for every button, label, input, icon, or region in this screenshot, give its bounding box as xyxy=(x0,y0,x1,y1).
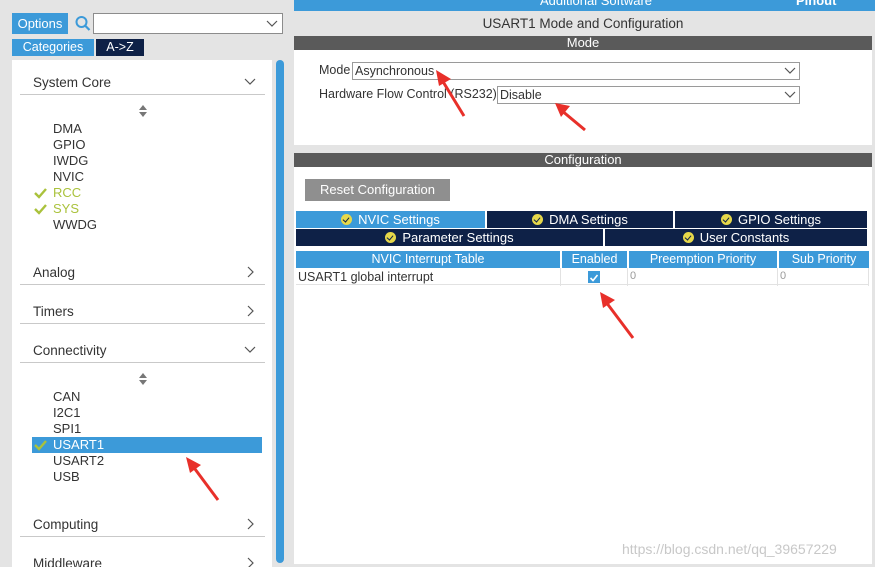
list-item-can[interactable]: CAN xyxy=(32,389,262,405)
tab-gpio-settings[interactable]: GPIO Settings xyxy=(675,211,867,228)
chevron-down-icon[interactable] xyxy=(784,90,796,100)
list-item-nvic[interactable]: NVIC xyxy=(32,169,262,185)
list-item-sys[interactable]: SYS xyxy=(32,201,262,217)
chevron-right-icon[interactable] xyxy=(243,517,257,531)
tab-parameter-settings[interactable]: Parameter Settings xyxy=(296,229,603,246)
cell-divider xyxy=(868,268,869,286)
category-connectivity[interactable]: Connectivity xyxy=(20,337,265,363)
list-item-usart1[interactable]: USART1 xyxy=(32,437,262,453)
categories-tab[interactable]: Categories xyxy=(12,39,94,56)
category-label: Computing xyxy=(33,517,99,532)
list-item-iwdg[interactable]: IWDG xyxy=(32,153,262,169)
az-tab[interactable]: A->Z xyxy=(96,39,144,56)
category-middleware[interactable]: Middleware xyxy=(20,550,265,567)
annotation-arrow xyxy=(555,103,586,132)
pinout-tab[interactable]: Pinout xyxy=(796,0,836,8)
list-item-usb[interactable]: USB xyxy=(32,469,262,485)
cell-divider xyxy=(560,268,561,286)
mode-select[interactable]: Asynchronous xyxy=(352,62,800,80)
options-button[interactable]: Options xyxy=(12,13,68,34)
category-label: Analog xyxy=(33,265,76,280)
search-icon[interactable] xyxy=(74,13,92,34)
category-analog[interactable]: Analog xyxy=(20,259,265,285)
annotation-arrow xyxy=(600,292,635,339)
additional-software-tab[interactable]: Additional Software xyxy=(540,0,652,8)
search-input[interactable] xyxy=(93,13,283,34)
list-item-wwdg[interactable]: WWDG xyxy=(32,217,262,233)
list-item-i2c1[interactable]: I2C1 xyxy=(32,405,262,421)
mode-label: Mode xyxy=(319,63,351,77)
check-icon xyxy=(34,188,47,199)
tab-dma-settings[interactable]: DMA Settings xyxy=(487,211,673,228)
check-icon xyxy=(589,274,599,282)
sort-icon[interactable] xyxy=(137,104,149,118)
list-item-gpio[interactable]: GPIO xyxy=(32,137,262,153)
column-header-interrupt[interactable]: NVIC Interrupt Table xyxy=(296,251,560,268)
mode-section-header: Mode xyxy=(294,36,872,50)
chevron-right-icon[interactable] xyxy=(243,265,257,279)
preemption-priority-value[interactable]: 0 xyxy=(630,270,636,282)
reset-configuration-button[interactable]: Reset Configuration xyxy=(305,179,450,201)
category-label: Timers xyxy=(33,304,74,319)
hw-flow-control-select[interactable]: Disable xyxy=(497,86,800,104)
column-header-preemption[interactable]: Preemption Priority xyxy=(629,251,777,268)
tab-user-constants[interactable]: User Constants xyxy=(605,229,867,246)
list-item-usart2[interactable]: USART2 xyxy=(32,453,262,469)
category-label: System Core xyxy=(33,75,112,90)
check-icon xyxy=(34,440,47,451)
check-icon xyxy=(34,204,47,215)
list-item-dma[interactable]: DMA xyxy=(32,121,262,137)
list-item-spi1[interactable]: SPI1 xyxy=(32,421,262,437)
scrollbar-thumb[interactable] xyxy=(276,60,284,563)
chevron-down-icon[interactable] xyxy=(784,66,796,76)
watermark: https://blog.csdn.net/qq_39657229 xyxy=(622,541,837,557)
hw-flow-control-value: Disable xyxy=(500,88,542,102)
ok-icon xyxy=(385,232,397,243)
category-label: Connectivity xyxy=(33,343,107,358)
category-tree: System Core DMA GPIO IWDG NVIC RCC SYS W… xyxy=(12,60,272,567)
ok-icon xyxy=(720,214,732,225)
sub-priority-value[interactable]: 0 xyxy=(780,270,786,282)
interrupt-name-cell: USART1 global interrupt xyxy=(298,270,434,284)
chevron-down-icon[interactable] xyxy=(243,75,257,89)
chevron-right-icon[interactable] xyxy=(243,304,257,318)
page-title: USART1 Mode and Configuration xyxy=(482,16,684,31)
cell-divider xyxy=(777,268,778,286)
chevron-down-icon[interactable] xyxy=(243,343,257,357)
cell-divider xyxy=(627,268,628,286)
ok-icon xyxy=(682,232,694,243)
chevron-right-icon[interactable] xyxy=(243,556,257,567)
category-system-core[interactable]: System Core xyxy=(20,69,265,95)
list-item-rcc[interactable]: RCC xyxy=(32,185,262,201)
category-label: Middleware xyxy=(33,556,103,567)
ok-icon xyxy=(341,214,353,225)
tab-nvic-settings[interactable]: NVIC Settings xyxy=(296,211,485,228)
category-timers[interactable]: Timers xyxy=(20,298,265,324)
annotation-arrow xyxy=(186,457,220,501)
column-header-enabled[interactable]: Enabled xyxy=(562,251,627,268)
ok-icon xyxy=(532,214,544,225)
annotation-arrow xyxy=(436,70,466,117)
hw-flow-control-label: Hardware Flow Control (RS232) xyxy=(319,87,497,101)
column-header-sub-priority[interactable]: Sub Priority xyxy=(779,251,869,268)
category-computing[interactable]: Computing xyxy=(20,511,265,537)
chevron-down-icon[interactable] xyxy=(266,17,278,29)
enabled-checkbox[interactable] xyxy=(588,271,600,283)
mode-value: Asynchronous xyxy=(355,64,435,78)
sort-icon[interactable] xyxy=(137,372,149,386)
configuration-section-header: Configuration xyxy=(294,153,872,167)
